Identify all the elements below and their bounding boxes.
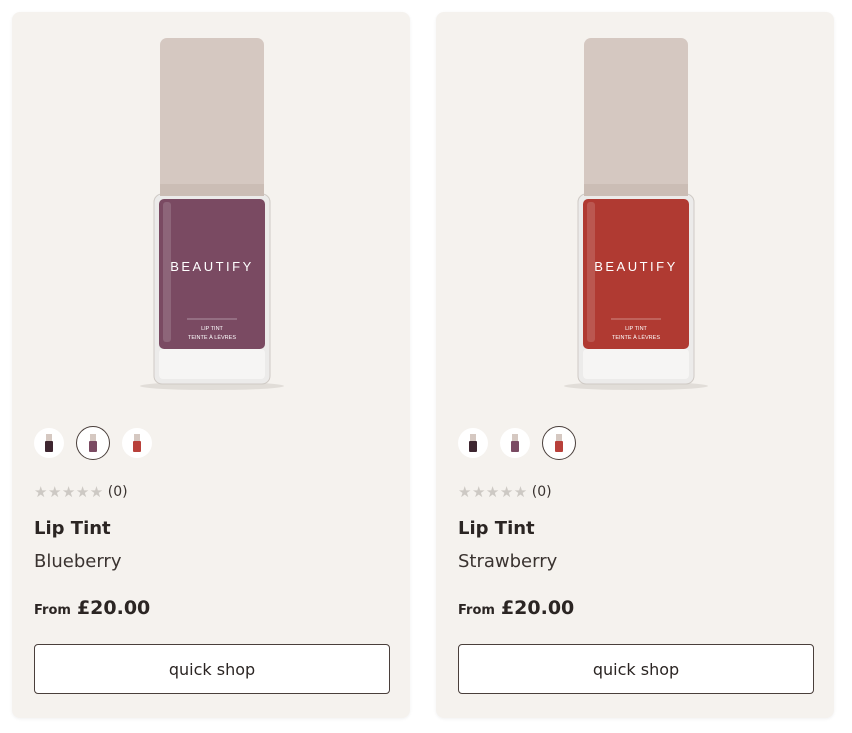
- quick-shop-button[interactable]: quick shop: [458, 644, 814, 694]
- product-shade: Blueberry: [34, 551, 122, 572]
- swatch-2[interactable]: [500, 428, 530, 458]
- mini-bottle-icon: [45, 434, 53, 452]
- bottle-label-text: LIP TINT: [625, 326, 647, 332]
- mini-bottle-icon: [133, 434, 141, 452]
- price-prefix: From: [34, 603, 71, 618]
- mini-bottle-icon: [469, 434, 477, 452]
- mini-bottle-icon: [89, 434, 97, 452]
- product-card[interactable]: BEAUTIFY LIP TINT TEINTE À LÈVRES ★★★★★ …: [12, 12, 410, 718]
- rating[interactable]: ★★★★★ (0): [458, 483, 552, 501]
- product-image[interactable]: BEAUTIFY LIP TINT TEINTE À LÈVRES: [127, 34, 297, 404]
- bottle-label-text: LIP TINT: [201, 326, 223, 332]
- shade-swatches: [34, 426, 152, 460]
- product-name[interactable]: Lip Tint: [458, 518, 535, 539]
- price: From £20.00: [458, 597, 574, 619]
- price-value: £20.00: [76, 597, 151, 619]
- bottle-label-text: TEINTE À LÈVRES: [188, 334, 236, 341]
- swatch-3[interactable]: [542, 426, 576, 460]
- star-rating-icon: ★★★★★: [458, 483, 528, 501]
- product-name[interactable]: Lip Tint: [34, 518, 111, 539]
- swatch-2[interactable]: [76, 426, 110, 460]
- price: From £20.00: [34, 597, 150, 619]
- swatch-1[interactable]: [458, 428, 488, 458]
- review-count: (0): [107, 484, 128, 500]
- swatch-1[interactable]: [34, 428, 64, 458]
- price-prefix: From: [458, 603, 495, 618]
- review-count: (0): [531, 484, 552, 500]
- quick-shop-button[interactable]: quick shop: [34, 644, 390, 694]
- product-shade: Strawberry: [458, 551, 558, 572]
- bottle-brand-text: BEAUTIFY: [170, 259, 254, 274]
- mini-bottle-icon: [555, 434, 563, 452]
- mini-bottle-icon: [511, 434, 519, 452]
- star-rating-icon: ★★★★★: [34, 483, 104, 501]
- product-card[interactable]: BEAUTIFY LIP TINT TEINTE À LÈVRES ★★★★★ …: [436, 12, 834, 718]
- price-value: £20.00: [500, 597, 575, 619]
- product-image[interactable]: BEAUTIFY LIP TINT TEINTE À LÈVRES: [551, 34, 721, 404]
- swatch-3[interactable]: [122, 428, 152, 458]
- bottle-label-text: TEINTE À LÈVRES: [612, 334, 660, 341]
- rating[interactable]: ★★★★★ (0): [34, 483, 128, 501]
- shade-swatches: [458, 426, 576, 460]
- bottle-brand-text: BEAUTIFY: [594, 259, 678, 274]
